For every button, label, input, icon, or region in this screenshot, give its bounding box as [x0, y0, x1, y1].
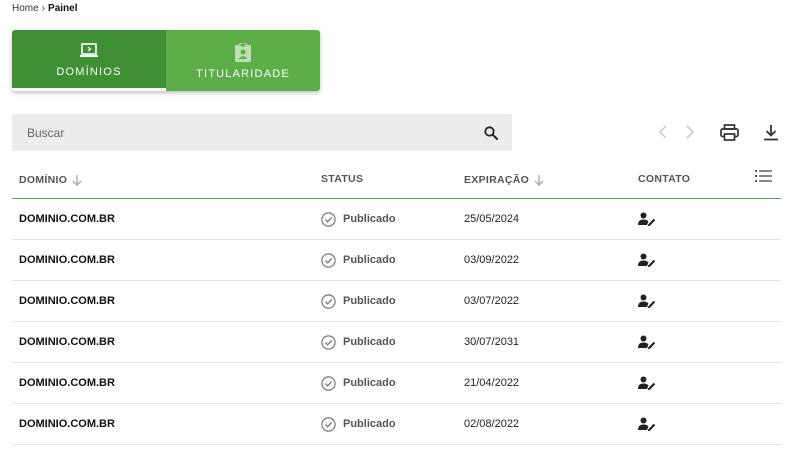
edit-contact-icon[interactable] — [638, 322, 656, 362]
breadcrumb-separator: › — [41, 3, 46, 14]
status-label: Publicado — [343, 254, 396, 266]
domain-cell[interactable]: DOMINIO.COM.BR — [19, 404, 115, 444]
column-header-expiration-label: EXPIRAÇÃO — [464, 174, 530, 186]
check-circle-icon — [321, 252, 336, 268]
column-header-contact-label: CONTATO — [638, 173, 691, 185]
laptop-icon — [79, 40, 99, 62]
edit-contact-icon[interactable] — [638, 404, 656, 444]
check-circle-icon — [321, 334, 336, 350]
column-header-domain[interactable]: DOMÍNIO — [19, 174, 82, 186]
status-label: Publicado — [343, 213, 396, 225]
status-label: Publicado — [343, 418, 396, 430]
download-icon[interactable] — [761, 122, 781, 142]
status-label: Publicado — [343, 295, 396, 307]
tab-titularidade[interactable]: TITULARIDADE — [166, 30, 320, 91]
table-row[interactable]: DOMINIO.COM.BR Publicado 21/04/2022 — [12, 363, 781, 404]
chevron-right-icon[interactable] — [682, 124, 698, 140]
table-body: DOMINIO.COM.BR Publicado 25/05/2024 DOMI… — [12, 199, 781, 445]
column-header-status-label: STATUS — [321, 173, 364, 185]
table-row[interactable]: DOMINIO.COM.BR Publicado 02/08/2022 — [12, 404, 781, 445]
breadcrumb-home[interactable]: Home — [12, 3, 39, 14]
check-circle-icon — [321, 375, 336, 391]
status-cell: Publicado — [321, 363, 396, 403]
check-circle-icon — [321, 416, 336, 432]
status-cell: Publicado — [321, 404, 396, 444]
check-circle-icon — [321, 211, 336, 227]
status-label: Publicado — [343, 336, 396, 348]
expiration-cell: 03/07/2022 — [464, 295, 520, 307]
tab-dominios-label: DOMÍNIOS — [56, 66, 122, 78]
print-icon[interactable] — [719, 122, 739, 142]
table-header: DOMÍNIO STATUS EXPIRAÇÃO CONTATO — [12, 160, 781, 199]
table-row[interactable]: DOMINIO.COM.BR Publicado 25/05/2024 — [12, 199, 781, 240]
breadcrumb-current: Painel — [48, 3, 78, 14]
domain-cell[interactable]: DOMINIO.COM.BR — [19, 322, 115, 362]
check-circle-icon — [321, 293, 336, 309]
domain-cell[interactable]: DOMINIO.COM.BR — [19, 363, 115, 403]
domain-cell[interactable]: DOMINIO.COM.BR — [19, 240, 115, 280]
column-header-expiration[interactable]: EXPIRAÇÃO — [464, 174, 544, 186]
id-badge-icon — [234, 42, 252, 64]
edit-contact-icon[interactable] — [638, 281, 656, 321]
expiration-cell: 30/07/2031 — [464, 336, 520, 348]
list-icon[interactable] — [754, 168, 772, 184]
search-icon[interactable] — [484, 125, 498, 140]
column-header-status[interactable]: STATUS — [321, 173, 363, 185]
breadcrumb: Home › Painel — [12, 3, 78, 14]
domain-cell[interactable]: DOMINIO.COM.BR — [19, 199, 115, 239]
chevron-left-icon[interactable] — [655, 124, 671, 140]
domain-cell[interactable]: DOMINIO.COM.BR — [19, 281, 115, 321]
tab-dominios[interactable]: DOMÍNIOS — [12, 30, 166, 91]
sort-arrow-down-icon[interactable] — [72, 174, 82, 186]
table-row[interactable]: DOMINIO.COM.BR Publicado 03/09/2022 — [12, 240, 781, 281]
expiration-cell: 25/05/2024 — [464, 213, 520, 225]
expiration-cell: 02/08/2022 — [464, 418, 520, 430]
search-bar — [12, 114, 512, 151]
status-cell: Publicado — [321, 240, 396, 280]
status-label: Publicado — [343, 377, 396, 389]
status-cell: Publicado — [321, 322, 396, 362]
search-input[interactable] — [25, 124, 484, 141]
expiration-cell: 03/09/2022 — [464, 254, 520, 266]
column-header-contact[interactable]: CONTATO — [638, 173, 690, 185]
status-cell: Publicado — [321, 281, 396, 321]
edit-contact-icon[interactable] — [638, 199, 656, 239]
sort-arrow-down-icon[interactable] — [534, 174, 544, 186]
domains-table: DOMÍNIO STATUS EXPIRAÇÃO CONTATO DOMINIO… — [12, 160, 781, 445]
column-header-domain-label: DOMÍNIO — [19, 174, 68, 186]
tab-bar: DOMÍNIOS TITULARIDADE — [12, 30, 320, 91]
edit-contact-icon[interactable] — [638, 240, 656, 280]
status-cell: Publicado — [321, 199, 396, 239]
table-row[interactable]: DOMINIO.COM.BR Publicado 30/07/2031 — [12, 322, 781, 363]
edit-contact-icon[interactable] — [638, 363, 656, 403]
table-row[interactable]: DOMINIO.COM.BR Publicado 03/07/2022 — [12, 281, 781, 322]
tab-titularidade-label: TITULARIDADE — [196, 67, 290, 80]
expiration-cell: 21/04/2022 — [464, 377, 520, 389]
